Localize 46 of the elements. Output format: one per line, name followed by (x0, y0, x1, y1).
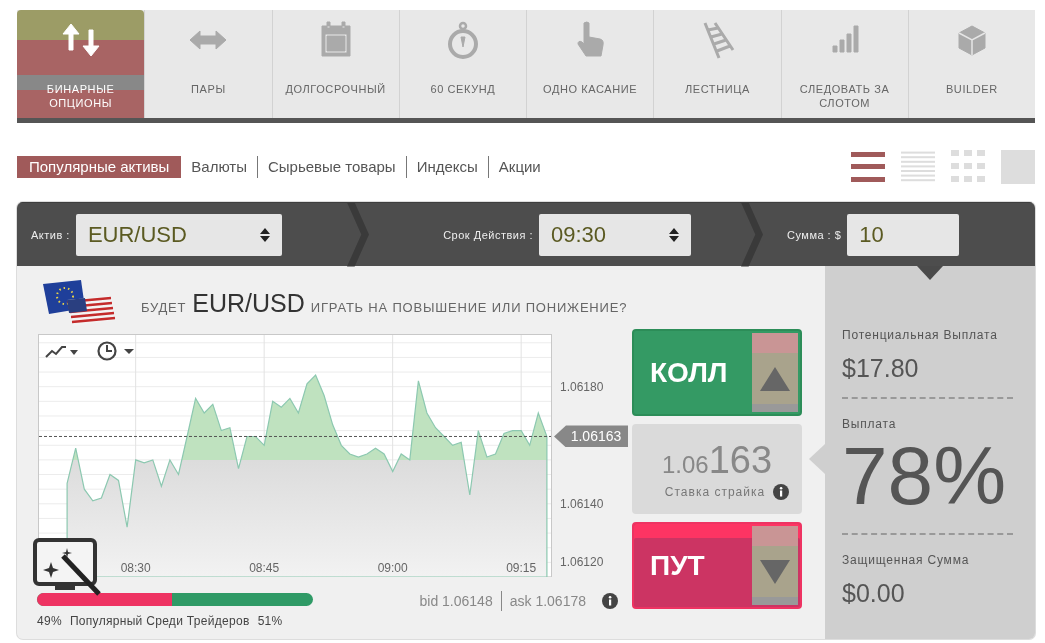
question-text: ИГРАТЬ НА ПОВЫШЕНИЕ ИЛИ ПОНИЖЕНИЕ? (310, 299, 628, 315)
sentiment-percent: 49% (37, 614, 62, 628)
potential-payout-value: $17.80 (842, 354, 920, 383)
product-tab[interactable]: БИНАРНЫЕ ОПЦИОНЫ (17, 10, 145, 118)
asset-select[interactable]: EUR/USD (75, 213, 282, 256)
expiry-select[interactable]: 09:30 (539, 213, 691, 256)
asset-label: Актив : (31, 228, 70, 241)
product-tab[interactable]: ОДНО КАСАНИЕ (526, 10, 654, 118)
strike-price-prefix: 1.06 (661, 450, 709, 479)
sentiment-caption: Популярный Среди Трейдеров (69, 614, 250, 628)
protected-amount-value: $0.00 (842, 579, 906, 608)
product-tab[interactable]: BUILDER (907, 10, 1035, 118)
ask-price: ask 1.06178 (509, 593, 586, 609)
strike-price: 163 (708, 438, 773, 482)
x-axis-label: 08:45 (249, 561, 280, 575)
payout-rate: 78% (842, 433, 1008, 519)
payout-label: Выплата (842, 417, 898, 431)
x-axis-label: 09:00 (377, 561, 408, 575)
product-tab[interactable]: СЛЕДОВАТЬ ЗА СЛОТОМ (780, 10, 908, 118)
asset-filter-link[interactable]: Популярные активы (17, 156, 182, 178)
question-asset: EUR/USD (192, 288, 305, 318)
sentiment-percent: 51% (257, 614, 283, 628)
y-axis-label: 1.06120 (560, 555, 604, 570)
strike-caption: Ставка страйка (664, 484, 766, 499)
product-tab[interactable]: 60 СЕКУНД (398, 10, 526, 118)
asset-filter-link[interactable]: Индексы (406, 156, 488, 178)
x-axis-label: 09:15 (506, 561, 537, 575)
bid-price: bid 1.06148 (419, 593, 493, 609)
current-price-tag: 1.06163 (554, 425, 628, 448)
call-button[interactable]: КОЛЛ (632, 329, 802, 416)
y-axis-label: 1.06140 (560, 496, 604, 511)
y-axis-label: 1.06180 (560, 379, 604, 394)
question-text: БУДЕТ (141, 299, 187, 315)
put-button[interactable]: ПУТ (632, 522, 802, 609)
expiry-label: Срок Действия : (443, 228, 533, 241)
product-tab[interactable]: ДОЛГОСРОЧНЫЙ (271, 10, 399, 118)
potential-payout-label: Потенциальная Выплата (842, 328, 999, 342)
product-tab[interactable]: ПАРЫ (144, 10, 272, 118)
x-axis-label: 08:30 (120, 561, 151, 575)
asset-filter-link[interactable]: Акции (488, 156, 551, 178)
protected-amount-label: Защищенная Сумма (842, 553, 971, 567)
asset-filter-link[interactable]: Валюты (181, 156, 257, 178)
amount-label: Сумма : $ (787, 228, 842, 241)
asset-filter-link[interactable]: Сырьевые товары (257, 156, 406, 178)
amount-input[interactable]: 10 (847, 213, 960, 256)
product-tab[interactable]: ЛЕСТНИЦА (653, 10, 781, 118)
